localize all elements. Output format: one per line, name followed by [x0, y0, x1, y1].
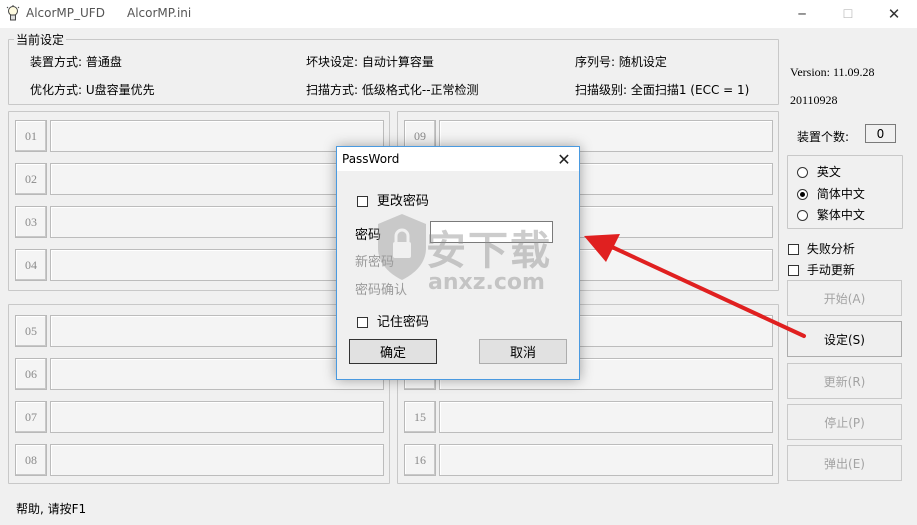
annotation-arrow — [584, 234, 806, 338]
